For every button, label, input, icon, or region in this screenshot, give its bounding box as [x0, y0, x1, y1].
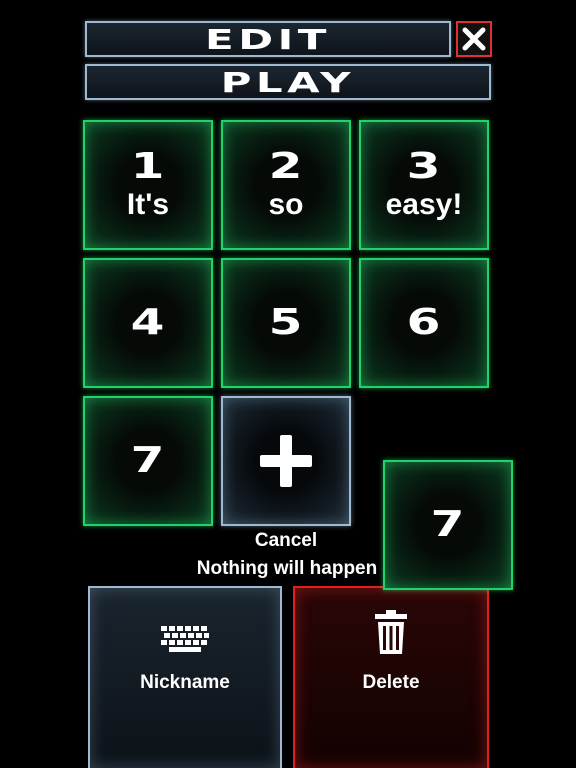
- play-label: PLAY: [220, 65, 356, 99]
- tile-number: 1: [131, 146, 165, 187]
- close-icon: [462, 27, 486, 51]
- tile-5[interactable]: 5: [221, 258, 351, 388]
- delete-drop-zone[interactable]: Delete: [293, 586, 489, 768]
- tile-number: 5: [269, 302, 303, 343]
- tile-number: 2: [269, 146, 303, 187]
- tile-1[interactable]: 1 It's: [83, 120, 213, 250]
- tile-text: so: [268, 188, 304, 221]
- nickname-drop-zone[interactable]: Nickname: [88, 586, 282, 768]
- tile-text: It's: [126, 188, 170, 221]
- play-button[interactable]: PLAY: [85, 64, 491, 100]
- delete-label: Delete: [362, 672, 420, 693]
- edit-screen: EDIT PLAY 1 It's 2 so 3 easy! 4 5 6 7 Ca…: [0, 0, 576, 768]
- tile-number: 4: [131, 302, 165, 343]
- tile-7[interactable]: 7: [83, 396, 213, 526]
- nickname-label: Nickname: [140, 672, 230, 693]
- add-tile-button[interactable]: [221, 396, 351, 526]
- edit-label: EDIT: [205, 22, 331, 56]
- tile-3[interactable]: 3 easy!: [359, 120, 489, 250]
- trash-icon: [375, 610, 407, 654]
- cancel-title: Cancel: [254, 530, 318, 551]
- tile-number: 3: [407, 146, 441, 187]
- cancel-description: Nothing will happen: [196, 558, 378, 579]
- tile-number: 6: [407, 302, 441, 343]
- dragged-tile-7[interactable]: 7: [383, 460, 513, 590]
- keyboard-icon: [161, 626, 209, 652]
- tile-2[interactable]: 2 so: [221, 120, 351, 250]
- tile-4[interactable]: 4: [83, 258, 213, 388]
- tile-number: 7: [131, 440, 165, 481]
- tile-number: 7: [431, 504, 465, 545]
- tile-6[interactable]: 6: [359, 258, 489, 388]
- close-button[interactable]: [456, 21, 492, 57]
- tile-text: easy!: [385, 188, 463, 221]
- edit-mode-bar[interactable]: EDIT: [85, 21, 451, 57]
- plus-icon: [260, 435, 312, 487]
